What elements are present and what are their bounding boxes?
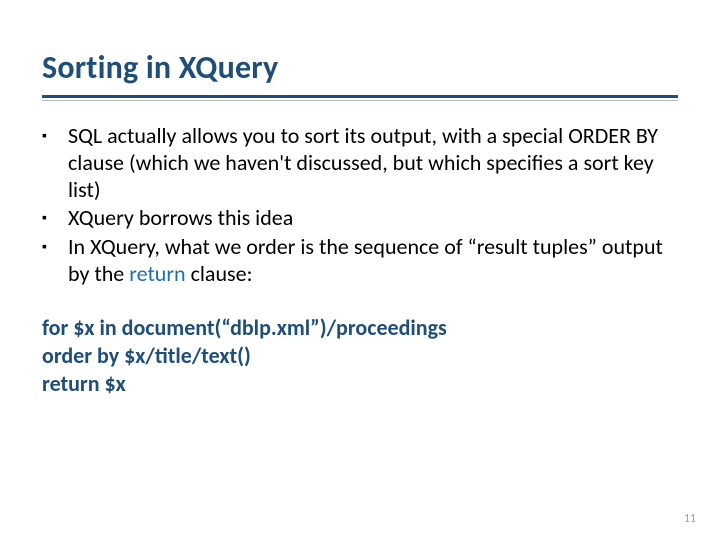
bullet-marker-icon: ▪ [42, 123, 68, 203]
slide-title: Sorting in XQuery [42, 48, 678, 93]
bullet-text-pre: XQuery borrows this idea [68, 204, 293, 231]
code-line: return $x [42, 370, 678, 398]
bullet-list: ▪ SQL actually allows you to sort its ou… [42, 123, 678, 288]
bullet-text: SQL actually allows you to sort its outp… [68, 123, 678, 203]
bullet-text: XQuery borrows this idea [68, 205, 678, 232]
slide: Sorting in XQuery ▪ SQL actually allows … [0, 0, 720, 540]
bullet-text: In XQuery, what we order is the sequence… [68, 234, 678, 288]
title-underline-thin [42, 100, 678, 101]
code-block: for $x in document(“dblp.xml”)/proceedin… [42, 314, 678, 398]
title-underline [42, 95, 678, 98]
list-item: ▪ In XQuery, what we order is the sequen… [42, 234, 678, 288]
code-line: order by $x/title/text() [42, 342, 678, 370]
code-line: for $x in document(“dblp.xml”)/proceedin… [42, 314, 678, 342]
list-item: ▪ XQuery borrows this idea [42, 205, 678, 232]
bullet-marker-icon: ▪ [42, 205, 68, 232]
bullet-keyword: return [129, 260, 185, 287]
list-item: ▪ SQL actually allows you to sort its ou… [42, 123, 678, 203]
bullet-marker-icon: ▪ [42, 234, 68, 288]
bullet-text-pre: SQL actually allows you to sort its outp… [68, 122, 658, 203]
bullet-text-post: clause: [186, 260, 253, 287]
page-number: 11 [684, 512, 696, 526]
